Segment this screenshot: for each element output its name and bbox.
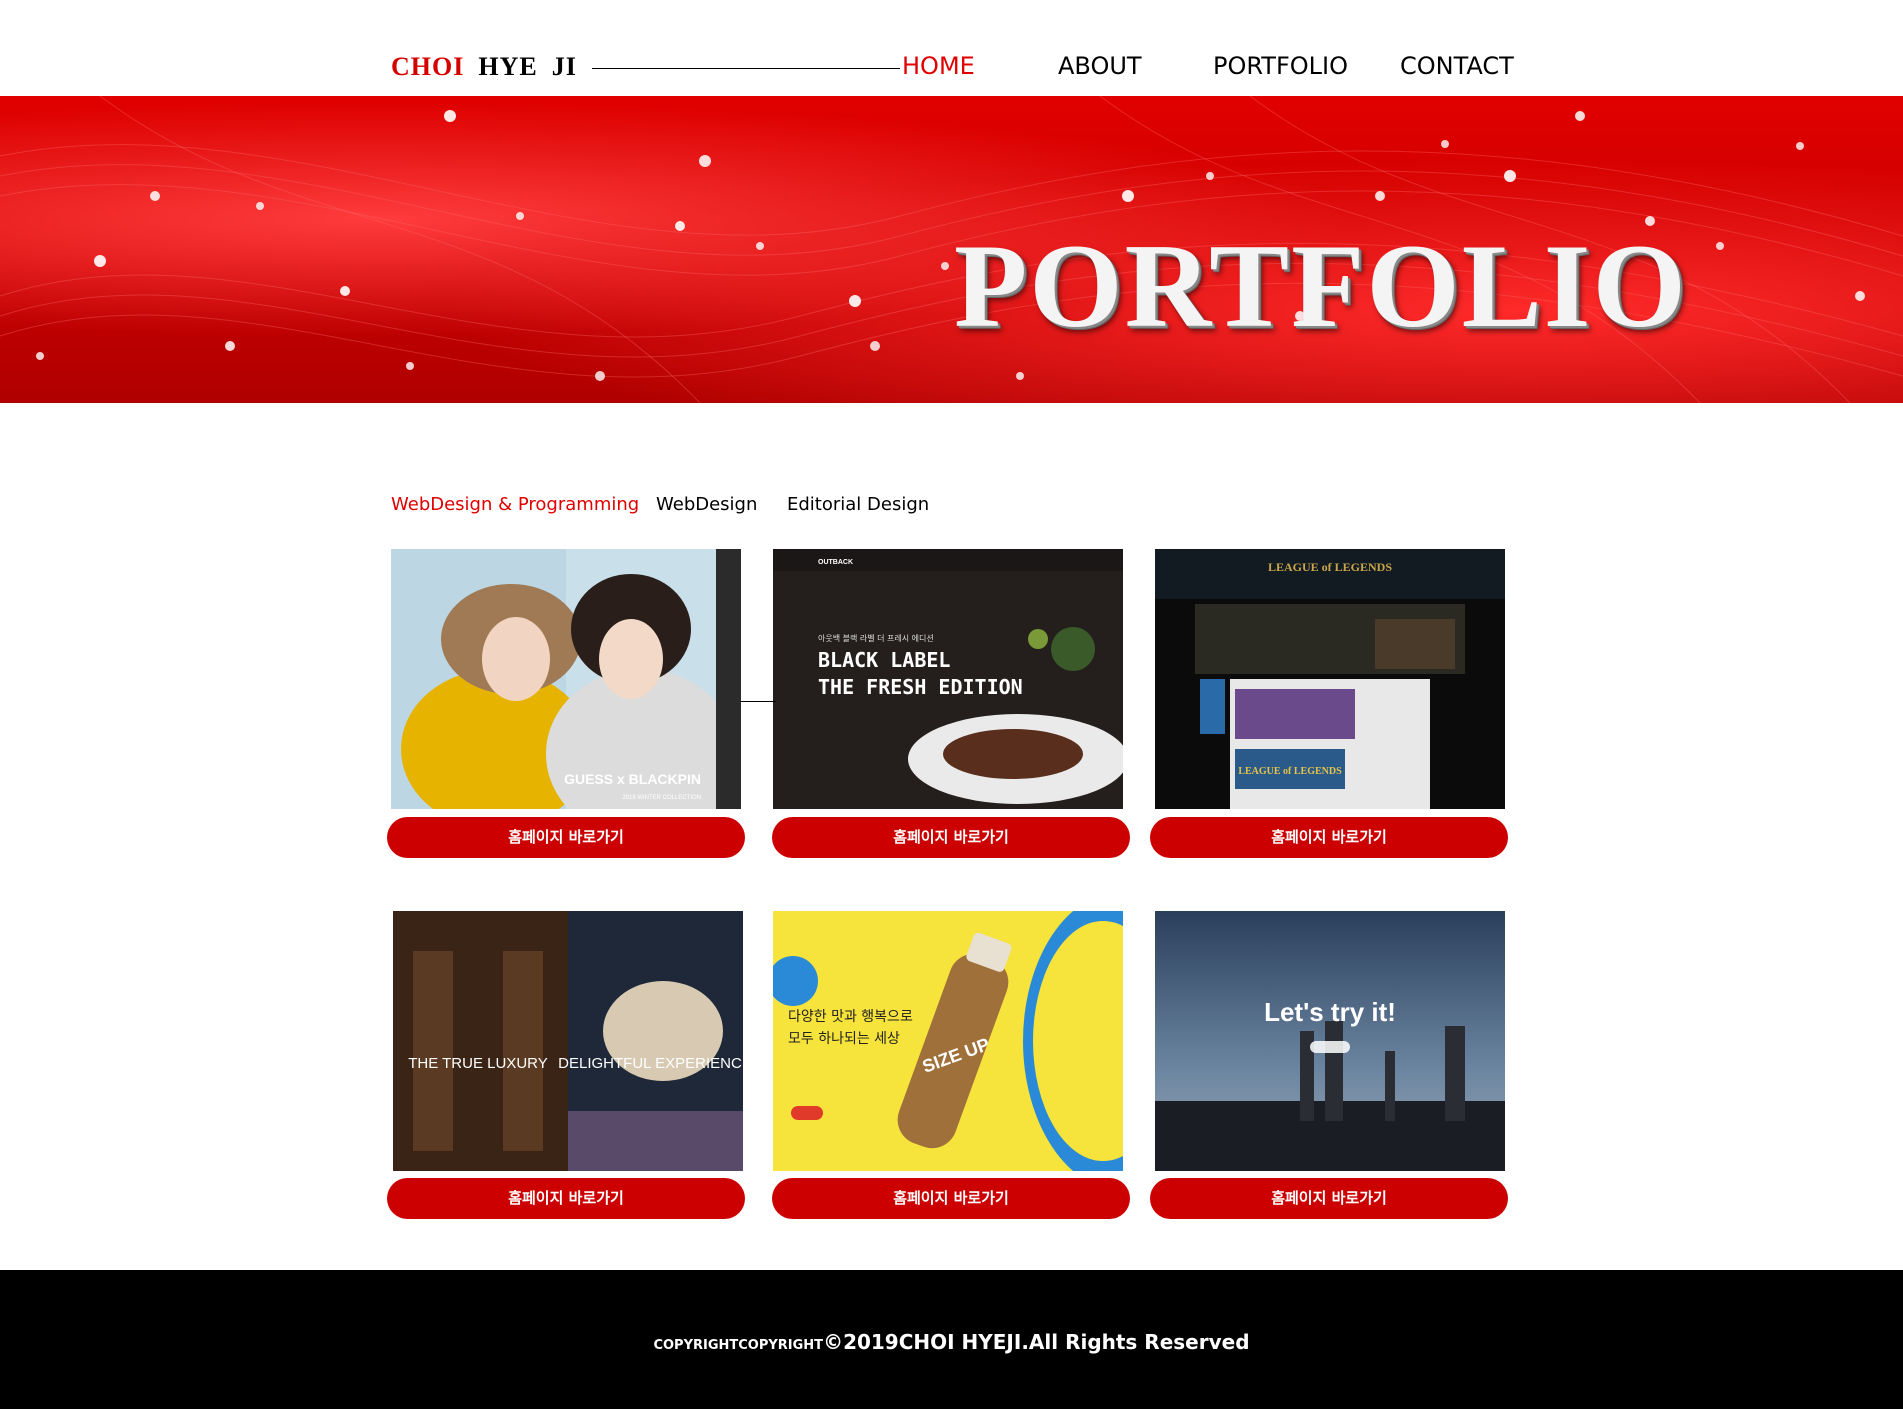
- visit-homepage-button[interactable]: 홈페이지 바로가기: [1150, 817, 1508, 858]
- visit-homepage-button[interactable]: 홈페이지 바로가기: [772, 1178, 1130, 1219]
- visit-homepage-button[interactable]: 홈페이지 바로가기: [387, 1178, 745, 1219]
- thumb-text: THE FRESH EDITION: [818, 675, 1023, 699]
- visit-homepage-button[interactable]: 홈페이지 바로가기: [387, 817, 745, 858]
- project-thumbnail-letstry[interactable]: Let's try it!: [1155, 911, 1505, 1171]
- project-thumbnail-outback[interactable]: OUTBACK 아웃백 블랙 라벨 더 프레시 에디션 BLACK LABEL …: [773, 549, 1123, 809]
- project-thumbnail-lol[interactable]: LEAGUE of LEGENDS LEAGUE of LEGENDS: [1155, 549, 1505, 809]
- thumb-text: 모두 하나되는 세상: [788, 1031, 900, 1047]
- logo-part-2: HYE: [478, 52, 538, 81]
- thumb-text: 아웃백 블랙 라벨 더 프레시 에디션: [818, 633, 934, 643]
- thumb-text: OUTBACK: [818, 559, 853, 566]
- tab-webdesign[interactable]: WebDesign: [656, 494, 757, 515]
- site-logo[interactable]: CHOI HYE JI: [391, 52, 577, 82]
- site-header: CHOI HYE JI HOME ABOUT PORTFOLIO CONTACT: [0, 0, 1903, 96]
- visit-homepage-button[interactable]: 홈페이지 바로가기: [1150, 1178, 1508, 1219]
- tab-editorial-design[interactable]: Editorial Design: [787, 494, 929, 515]
- thumb-text: DELIGHTFUL EXPERIENCE: [558, 1055, 743, 1072]
- tab-webdesign-programming[interactable]: WebDesign & Programming: [391, 494, 639, 515]
- nav-portfolio[interactable]: PORTFOLIO: [1213, 52, 1348, 84]
- thumb-text: THE TRUE LUXURY: [408, 1055, 547, 1072]
- nav-contact[interactable]: CONTACT: [1400, 52, 1514, 84]
- thumb-text: LEAGUE of LEGENDS: [1238, 766, 1342, 777]
- thumb-text: GUESS x BLACKPIN: [564, 771, 701, 787]
- hero-banner: PORTFOLIO: [0, 96, 1903, 403]
- project-thumbnail-intercontinental[interactable]: THE TRUE LUXURY DELIGHTFUL EXPERIENCE: [393, 911, 743, 1171]
- site-footer: COPYRIGHTCOPYRIGHT©2019CHOI HYEJI.All Ri…: [0, 1270, 1903, 1409]
- copyright-main: ©2019CHOI HYEJI.All Rights Reserved: [823, 1330, 1250, 1354]
- nav-home[interactable]: HOME: [902, 52, 975, 84]
- logo-divider-line: [592, 68, 900, 69]
- thumb-text: 다양한 맛과 행복으로: [788, 1009, 913, 1025]
- visit-homepage-button[interactable]: 홈페이지 바로가기: [772, 817, 1130, 858]
- thumb-text: Let's try it!: [1264, 997, 1396, 1027]
- nav-about[interactable]: ABOUT: [1058, 52, 1142, 84]
- thumb-text: BLACK LABEL: [818, 648, 950, 672]
- hero-title: PORTFOLIO: [954, 219, 1688, 352]
- copyright-text: COPYRIGHTCOPYRIGHT©2019CHOI HYEJI.All Ri…: [0, 1330, 1903, 1354]
- project-thumbnail-sizeup[interactable]: 다양한 맛과 행복으로 모두 하나되는 세상 SIZE UP: [773, 911, 1123, 1171]
- decorative-line: [740, 701, 776, 702]
- project-thumbnail-guess[interactable]: GUESS x BLACKPIN 2018 WINTER COLLECTION: [391, 549, 741, 809]
- thumb-text: 2018 WINTER COLLECTION: [622, 795, 701, 801]
- logo-part-3: JI: [551, 52, 577, 81]
- copyright-small: COPYRIGHTCOPYRIGHT: [653, 1338, 824, 1353]
- logo-part-1: CHOI: [391, 52, 465, 81]
- thumb-text: LEAGUE of LEGENDS: [1268, 560, 1392, 574]
